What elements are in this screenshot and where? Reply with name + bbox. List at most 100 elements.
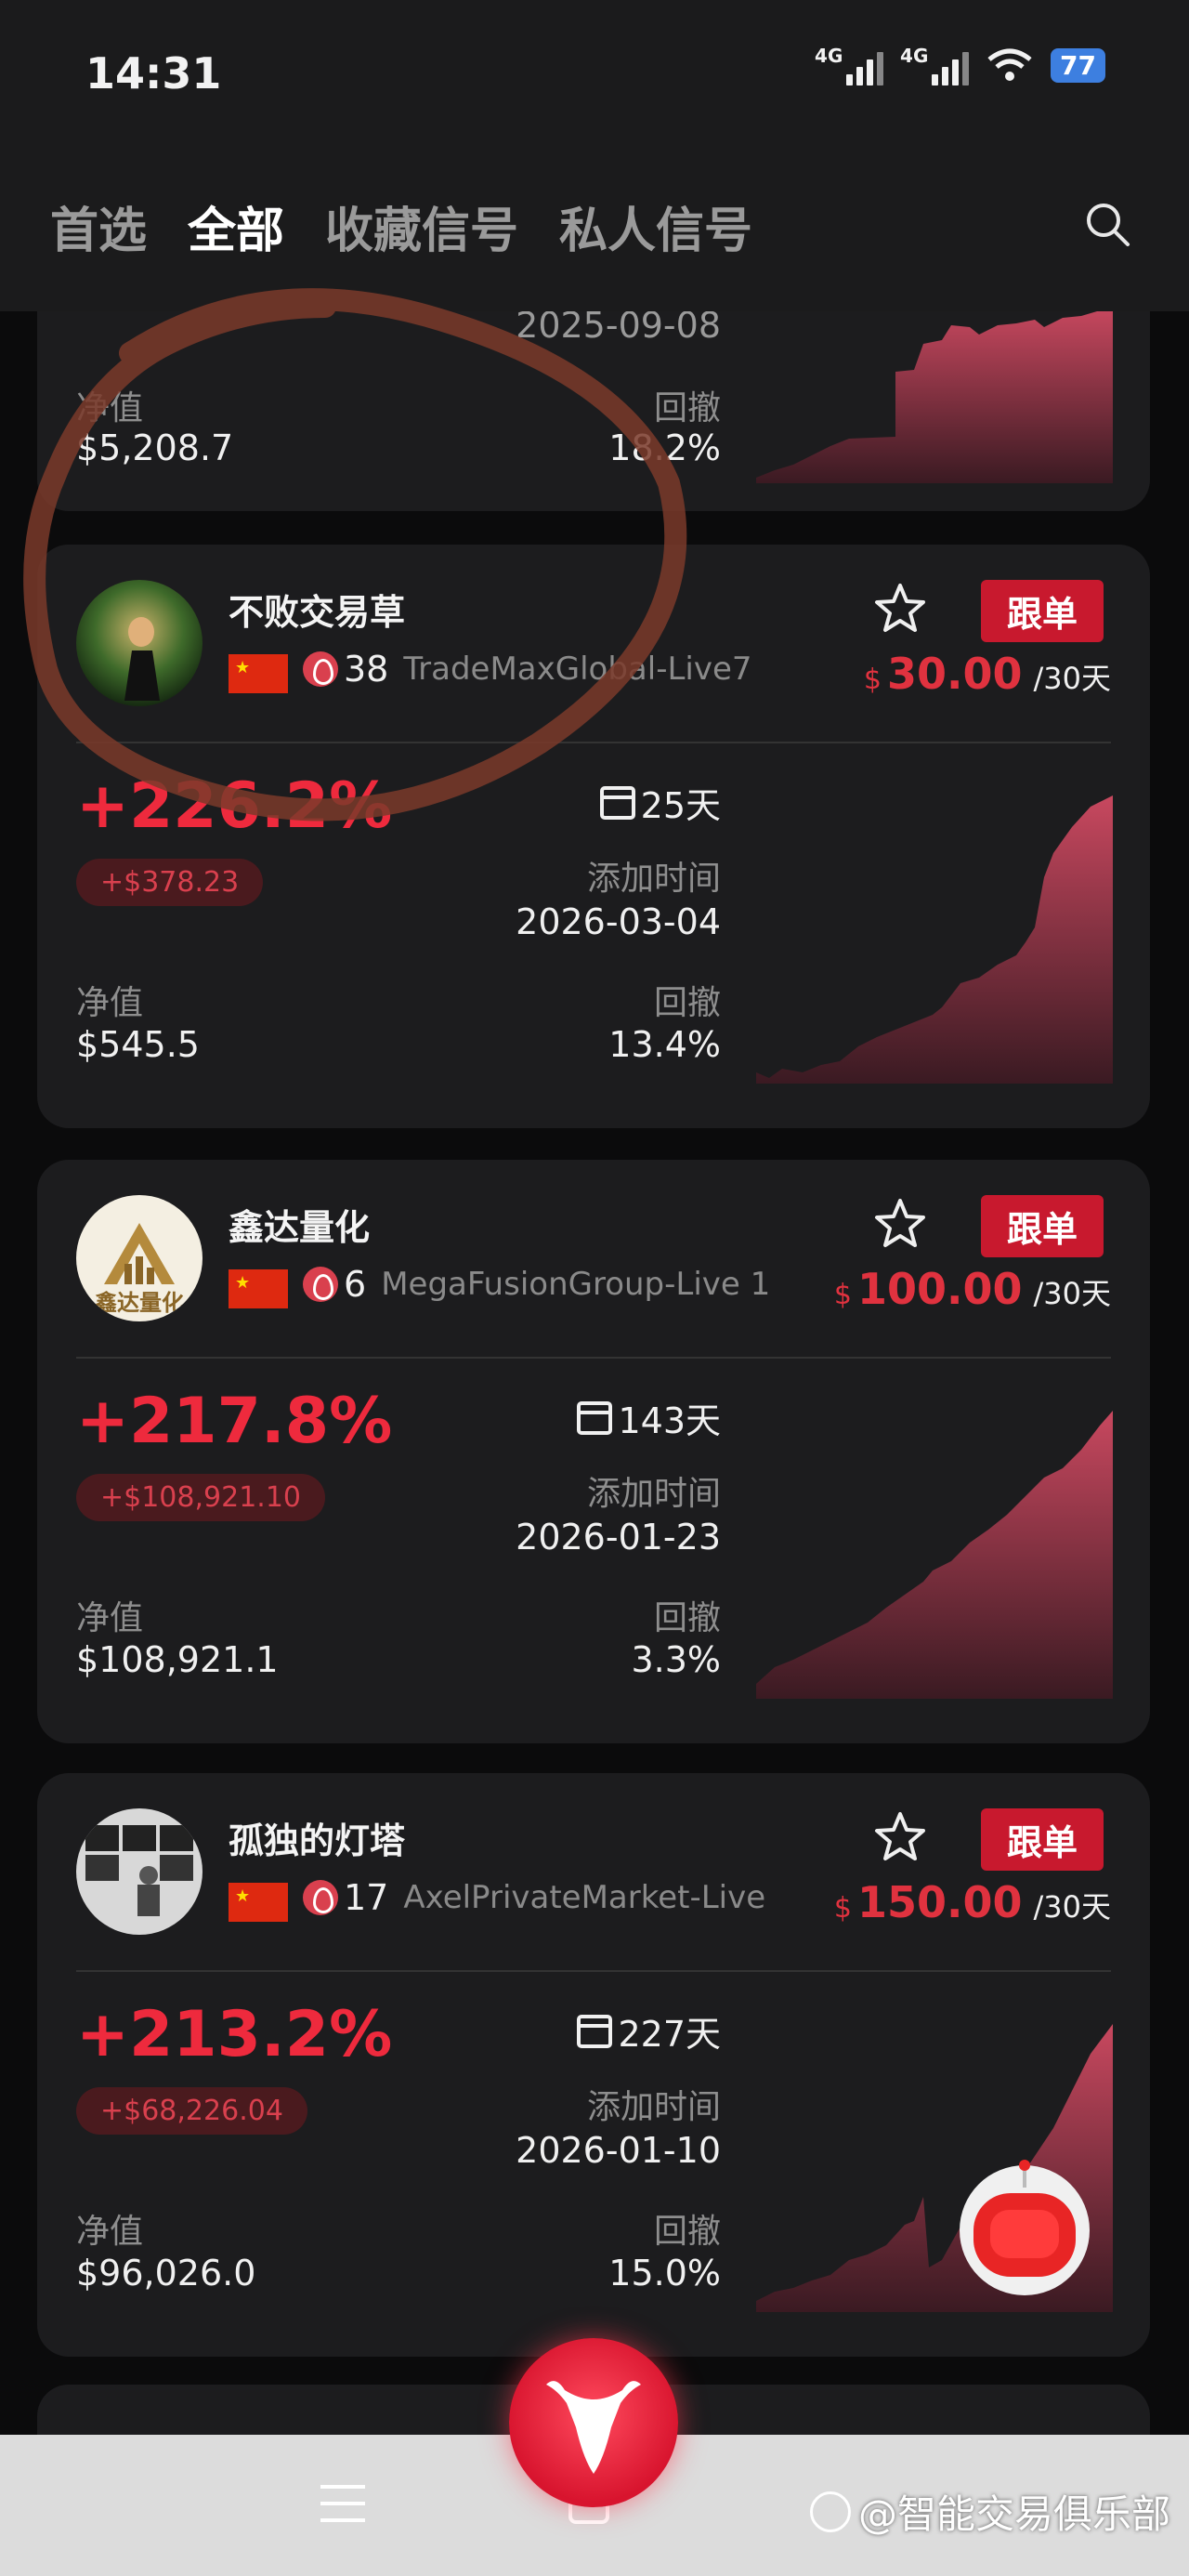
price-period: /30天 [1033, 1276, 1111, 1311]
return-percent: +226.2% [76, 769, 393, 843]
star-icon[interactable] [873, 1810, 927, 1864]
price-amount: 30.00 [886, 649, 1023, 699]
search-icon[interactable] [1083, 200, 1131, 248]
profit-badge: +$68,226.04 [76, 2087, 307, 2135]
price-period: /30天 [1033, 661, 1111, 696]
days-value: 143天 [618, 1400, 721, 1441]
net-value-label: 净值 [76, 984, 144, 1022]
net-value-label: 净值 [76, 1599, 144, 1637]
add-date: 2026-01-10 [516, 2130, 721, 2171]
flame-icon [303, 1267, 338, 1302]
china-flag-icon: ★ [229, 1883, 288, 1922]
signal-card[interactable]: 鑫达量化 鑫达量化 ★ 6 MegaFusionGroup-Live 1 跟单 … [37, 1160, 1150, 1743]
subscription-price: $ 150.00 /30天 [834, 1877, 1111, 1927]
tab-preferred[interactable]: 首选 [50, 191, 147, 261]
drawdown-value: 15.0% [608, 2253, 721, 2293]
watermark: @智能交易俱乐部 [809, 2483, 1170, 2540]
follow-button[interactable]: 跟单 [980, 1195, 1104, 1257]
follow-button[interactable]: 跟单 [980, 1808, 1104, 1871]
currency-symbol: $ [833, 1279, 852, 1311]
drawdown-value: 13.4% [608, 1024, 721, 1065]
equity-chart [756, 1411, 1113, 1699]
add-time-label: 添加时间 [586, 860, 721, 898]
net-value: $5,208.7 [76, 427, 234, 468]
status-time: 14:31 [85, 48, 222, 99]
divider [76, 1357, 1111, 1359]
network-type-label: 4G [815, 45, 843, 67]
signal-card-partial[interactable]: 2025-09-08 净值 $5,208.7 回撤 18.2% [37, 279, 1150, 511]
drawdown-value: 18.2% [608, 427, 721, 468]
profit-badge: +$108,921.10 [76, 1474, 325, 1521]
watermark-text: @智能交易俱乐部 [857, 2491, 1170, 2537]
follow-button[interactable]: 跟单 [980, 580, 1104, 642]
subscription-price: $ 30.00 /30天 [864, 649, 1111, 699]
net-value: $108,921.1 [76, 1639, 279, 1680]
flame-icon [303, 651, 338, 687]
net-value-label: 净值 [76, 2213, 144, 2251]
avatar: 鑫达量化 [76, 1195, 203, 1321]
account-name: TradeMaxGlobal-Live7 [403, 651, 752, 688]
running-days: 227天 [577, 2005, 721, 2057]
menu-icon[interactable] [320, 2485, 365, 2522]
heat-count: 6 [344, 1264, 367, 1305]
star-icon[interactable] [873, 582, 927, 636]
currency-symbol: $ [863, 664, 882, 696]
network-type-label-2: 4G [900, 45, 929, 67]
net-value-label: 净值 [76, 389, 144, 427]
add-date: 2026-03-04 [516, 901, 721, 942]
drawdown-label: 回撤 [653, 2213, 721, 2251]
trader-name[interactable]: 鑫达量化 [229, 1199, 370, 1250]
avatar [76, 580, 203, 706]
wifi-icon [987, 48, 1032, 81]
divider [76, 742, 1111, 743]
heat-indicator: 38 TradeMaxGlobal-Live7 [303, 649, 752, 690]
running-days: 143天 [577, 1392, 721, 1443]
add-time-label: 添加时间 [586, 1475, 721, 1513]
china-flag-icon: ★ [229, 654, 288, 693]
net-value: $96,026.0 [76, 2253, 256, 2293]
running-days: 25天 [599, 777, 721, 828]
tab-private[interactable]: 私人信号 [559, 191, 752, 261]
flame-icon [303, 1880, 338, 1915]
star-icon[interactable] [873, 1197, 927, 1251]
return-percent: +217.8% [76, 1385, 393, 1458]
status-icons: 4G 4G 77 [815, 45, 1105, 85]
top-bar: 14:31 4G 4G 77 首选 全部 收藏信号 私人信号 [0, 0, 1189, 311]
robot-assistant-icon[interactable] [946, 2147, 1104, 2305]
price-amount: 150.00 [856, 1877, 1023, 1927]
watermark-logo-icon [809, 2491, 851, 2532]
drawdown-label: 回撤 [653, 389, 721, 427]
add-time-label: 添加时间 [586, 2088, 721, 2126]
drawdown-label: 回撤 [653, 1599, 721, 1637]
heat-indicator: 6 MegaFusionGroup-Live 1 [303, 1264, 770, 1305]
account-name: AxelPrivateMarket-Live [403, 1879, 766, 1916]
days-value: 227天 [618, 2014, 721, 2055]
battery-indicator: 77 [1051, 47, 1105, 83]
currency-symbol: $ [833, 1892, 852, 1925]
divider [76, 1970, 1111, 1972]
signal-icon-2: 4G [900, 45, 970, 85]
signal-card[interactable]: 不败交易草 ★ 38 TradeMaxGlobal-Live7 跟单 $ 30.… [37, 545, 1150, 1128]
tab-bar: 首选 全部 收藏信号 私人信号 [50, 191, 752, 261]
trader-name[interactable]: 不败交易草 [229, 584, 405, 635]
heat-indicator: 17 AxelPrivateMarket-Live [303, 1877, 765, 1918]
calendar-icon [599, 785, 635, 820]
heat-count: 38 [344, 649, 389, 690]
bull-logo-button[interactable] [509, 2338, 678, 2507]
heat-count: 17 [344, 1877, 389, 1918]
tab-all[interactable]: 全部 [188, 191, 284, 261]
trader-name[interactable]: 孤独的灯塔 [229, 1812, 405, 1863]
price-period: /30天 [1033, 1889, 1111, 1925]
avatar [76, 1808, 203, 1935]
calendar-icon [577, 2014, 613, 2048]
calendar-icon [577, 1400, 613, 1435]
return-percent: +213.2% [76, 1998, 393, 2071]
price-amount: 100.00 [856, 1264, 1023, 1314]
profit-badge: +$378.23 [76, 859, 264, 906]
drawdown-label: 回撤 [653, 984, 721, 1022]
equity-chart [756, 307, 1113, 483]
tab-favorites[interactable]: 收藏信号 [325, 191, 518, 261]
drawdown-value: 3.3% [631, 1639, 721, 1680]
subscription-price: $ 100.00 /30天 [834, 1264, 1111, 1314]
days-value: 25天 [640, 785, 721, 826]
